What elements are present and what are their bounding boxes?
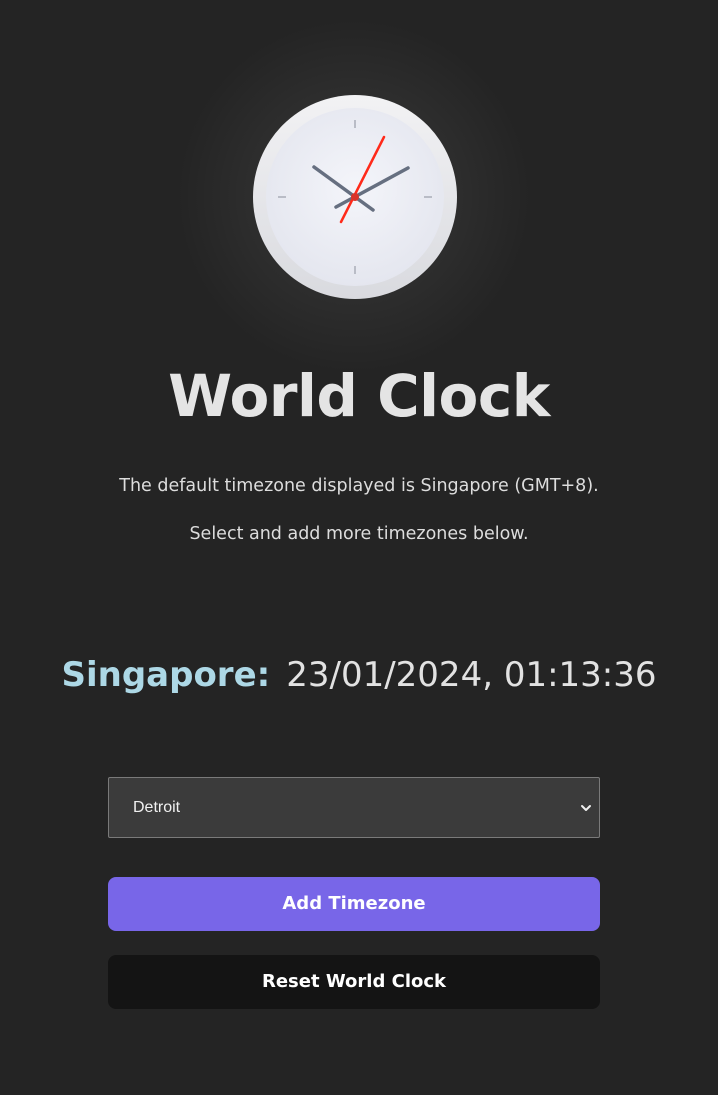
timezone-row: Singapore: 23/01/2024, 01:13:36 xyxy=(0,650,718,700)
timezone-select-value: Detroit xyxy=(133,799,181,816)
reset-world-clock-button[interactable]: Reset World Clock xyxy=(108,955,600,1009)
intro-text-instructions: Select and add more timezones below. xyxy=(189,524,529,544)
page-title: World Clock xyxy=(168,362,550,430)
timezone-name: Singapore: xyxy=(61,655,271,695)
clock-center-pin xyxy=(351,193,359,201)
intro-text-default-zone: The default timezone displayed is Singap… xyxy=(119,476,599,496)
timezone-datetime: 23/01/2024, 01:13:36 xyxy=(286,655,657,695)
analog-clock-icon xyxy=(253,95,457,299)
add-timezone-button[interactable]: Add Timezone xyxy=(108,877,600,931)
chevron-down-icon xyxy=(581,805,591,811)
timezone-select[interactable]: Detroit xyxy=(108,777,600,838)
